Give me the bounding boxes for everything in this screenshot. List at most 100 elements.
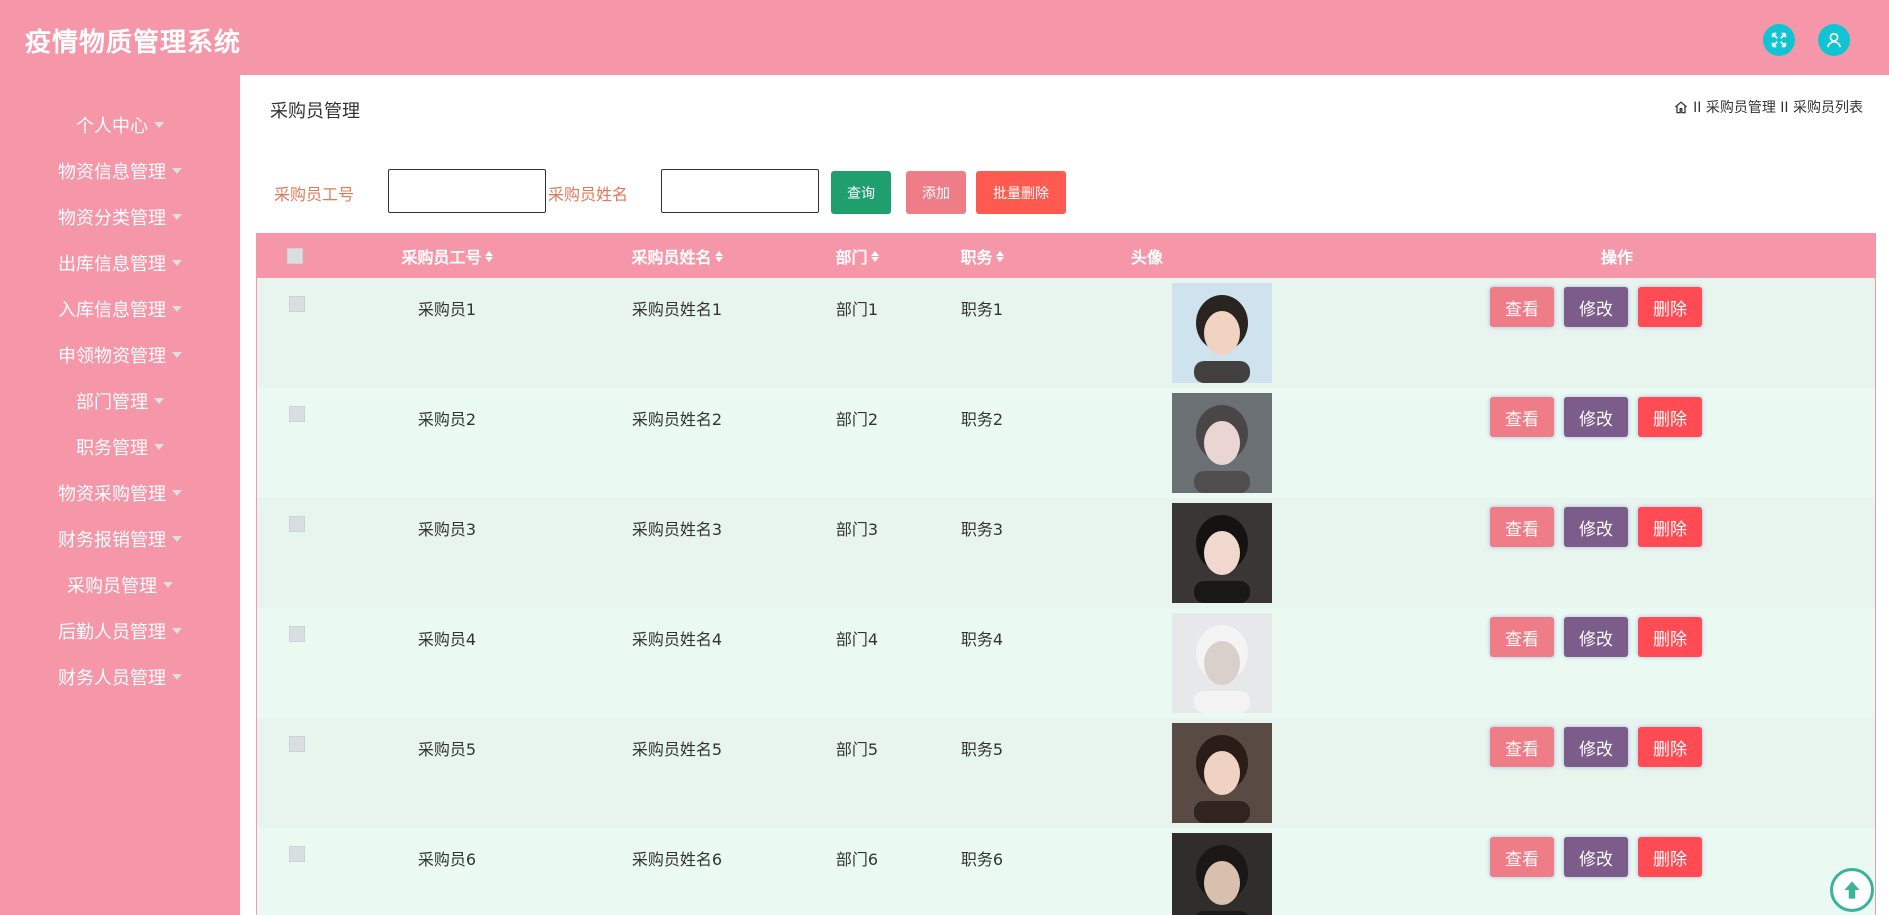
id-input[interactable] (388, 169, 546, 213)
view-button[interactable]: 查看 (1490, 617, 1554, 657)
view-button[interactable]: 查看 (1490, 727, 1554, 767)
scroll-to-top-button[interactable] (1830, 868, 1874, 912)
sidebar-item-label: 个人中心 (76, 116, 148, 137)
delete-button[interactable]: 删除 (1638, 727, 1702, 767)
cell-position: 职务5 (960, 740, 1004, 759)
breadcrumb: II 采购员管理 II 采购员列表 (1673, 97, 1863, 117)
row-checkbox[interactable] (289, 626, 305, 642)
bulk-delete-button[interactable]: 批量删除 (976, 171, 1066, 214)
sort-icon (995, 250, 1004, 262)
sidebar-item-label: 申领物资管理 (58, 346, 166, 367)
sidebar-item[interactable]: 入库信息管理 (0, 286, 240, 332)
cell-id: 采购员1 (417, 300, 477, 319)
table-row: 采购员2 采购员姓名2 部门2 职务2 查看 修改 删除 (257, 388, 1875, 498)
edit-button[interactable]: 修改 (1564, 617, 1628, 657)
sidebar-item-label: 物资信息管理 (58, 162, 166, 183)
th-actions: 操作 (1600, 248, 1633, 267)
sidebar-item-label: 采购员管理 (67, 576, 157, 597)
cell-dept: 部门4 (835, 630, 879, 649)
row-checkbox[interactable] (289, 516, 305, 532)
avatar-image (1172, 833, 1272, 915)
view-button[interactable]: 查看 (1490, 507, 1554, 547)
caret-down-icon (154, 398, 164, 404)
table-header: 采购员工号 采购员姓名 部门 职务 头像 操作 (257, 234, 1875, 278)
cell-id: 采购员4 (417, 630, 477, 649)
sidebar-item[interactable]: 物资采购管理 (0, 470, 240, 516)
main-content: 采购员管理 II 采购员管理 II 采购员列表 采购员工号 采购员姓名 查询 添… (240, 75, 1889, 915)
cell-position: 职务1 (960, 300, 1004, 319)
view-button[interactable]: 查看 (1490, 837, 1554, 877)
sidebar-item[interactable]: 申领物资管理 (0, 332, 240, 378)
caret-down-icon (172, 674, 182, 680)
delete-button[interactable]: 删除 (1638, 617, 1702, 657)
sort-icon (484, 250, 493, 262)
view-button[interactable]: 查看 (1490, 287, 1554, 327)
th-position[interactable]: 职务 (932, 234, 1032, 278)
caret-down-icon (154, 444, 164, 450)
th-id[interactable]: 采购员工号 (347, 234, 547, 278)
sidebar-item[interactable]: 财务报销管理 (0, 516, 240, 562)
caret-down-icon (172, 352, 182, 358)
user-icon[interactable] (1818, 24, 1850, 56)
fullscreen-icon[interactable] (1763, 24, 1795, 56)
avatar-image (1172, 503, 1272, 603)
sidebar-item-label: 出库信息管理 (58, 254, 166, 275)
th-avatar: 头像 (1130, 248, 1163, 267)
row-checkbox[interactable] (289, 846, 305, 862)
row-checkbox[interactable] (289, 296, 305, 312)
home-icon[interactable] (1673, 99, 1689, 115)
edit-button[interactable]: 修改 (1564, 397, 1628, 437)
sidebar-item[interactable]: 出库信息管理 (0, 240, 240, 286)
sidebar-item[interactable]: 后勤人员管理 (0, 608, 240, 654)
edit-button[interactable]: 修改 (1564, 287, 1628, 327)
delete-button[interactable]: 删除 (1638, 837, 1702, 877)
data-table: 采购员工号 采购员姓名 部门 职务 头像 操作 采购员1 采购员姓名1 部门1 职务1… (256, 233, 1876, 915)
avatar-image (1172, 283, 1272, 383)
sidebar-item[interactable]: 财务人员管理 (0, 654, 240, 700)
cell-position: 职务3 (960, 520, 1004, 539)
edit-button[interactable]: 修改 (1564, 727, 1628, 767)
table-row: 采购员6 采购员姓名6 部门6 职务6 查看 修改 删除 (257, 828, 1875, 915)
cell-dept: 部门6 (835, 850, 879, 869)
sidebar-item[interactable]: 物资分类管理 (0, 194, 240, 240)
cell-dept: 部门5 (835, 740, 879, 759)
sidebar-item-label: 物资采购管理 (58, 484, 166, 505)
sidebar-item[interactable]: 采购员管理 (0, 562, 240, 608)
caret-down-icon (172, 628, 182, 634)
cell-id: 采购员3 (417, 520, 477, 539)
sidebar-item[interactable]: 部门管理 (0, 378, 240, 424)
sidebar-item[interactable]: 个人中心 (0, 102, 240, 148)
delete-button[interactable]: 删除 (1638, 507, 1702, 547)
row-checkbox[interactable] (289, 406, 305, 422)
sidebar-item[interactable]: 物资信息管理 (0, 148, 240, 194)
delete-button[interactable]: 删除 (1638, 287, 1702, 327)
delete-button[interactable]: 删除 (1638, 397, 1702, 437)
caret-down-icon (172, 490, 182, 496)
cell-name: 采购员姓名3 (631, 520, 723, 539)
cell-id: 采购员6 (417, 850, 477, 869)
avatar-image (1172, 393, 1272, 493)
cell-dept: 部门2 (835, 410, 879, 429)
sidebar-item[interactable]: 职务管理 (0, 424, 240, 470)
cell-dept: 部门3 (835, 520, 879, 539)
search-bar: 采购员工号 采购员姓名 查询 添加 批量删除 (240, 169, 1889, 215)
select-all-checkbox[interactable] (287, 248, 303, 264)
name-input[interactable] (661, 169, 819, 213)
row-checkbox[interactable] (289, 736, 305, 752)
sort-icon (714, 250, 723, 262)
sidebar-item-label: 后勤人员管理 (58, 622, 166, 643)
cell-name: 采购员姓名6 (631, 850, 723, 869)
edit-button[interactable]: 修改 (1564, 507, 1628, 547)
caret-down-icon (172, 214, 182, 220)
table-row: 采购员3 采购员姓名3 部门3 职务3 查看 修改 删除 (257, 498, 1875, 608)
add-button[interactable]: 添加 (906, 171, 966, 214)
table-row: 采购员4 采购员姓名4 部门4 职务4 查看 修改 删除 (257, 608, 1875, 718)
sidebar-item-label: 入库信息管理 (58, 300, 166, 321)
th-dept[interactable]: 部门 (807, 234, 907, 278)
edit-button[interactable]: 修改 (1564, 837, 1628, 877)
th-name[interactable]: 采购员姓名 (577, 234, 777, 278)
view-button[interactable]: 查看 (1490, 397, 1554, 437)
top-bar: 疫情物质管理系统 (0, 0, 1889, 75)
query-button[interactable]: 查询 (831, 171, 891, 214)
page-title: 采购员管理 (270, 101, 360, 122)
